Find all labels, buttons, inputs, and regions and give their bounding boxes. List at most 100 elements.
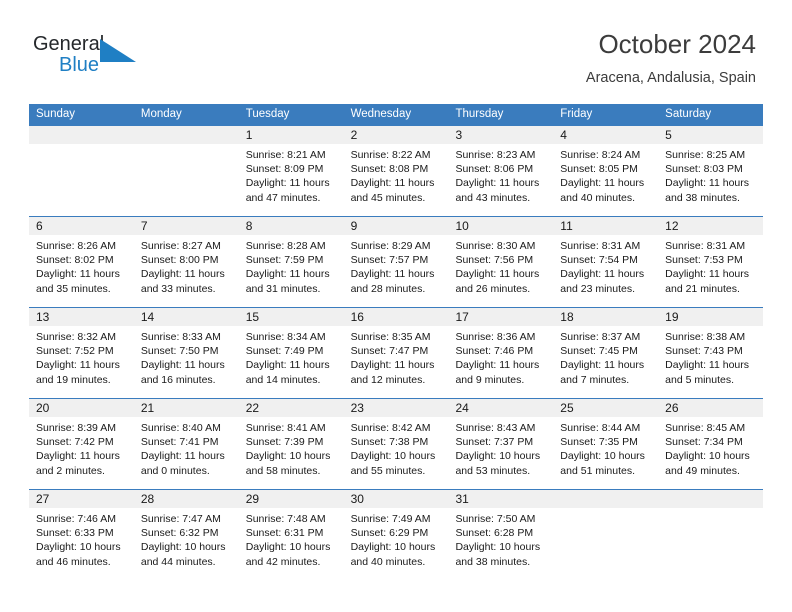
day-cell[interactable]: 1 Sunrise: 8:21 AM Sunset: 8:09 PM Dayli…	[238, 126, 344, 216]
day-details	[134, 144, 239, 148]
day-cell[interactable]: 29 Sunrise: 7:48 AM Sunset: 6:31 PM Dayl…	[238, 490, 344, 580]
day-number-band	[658, 490, 764, 508]
day-cell[interactable]: 22 Sunrise: 8:41 AM Sunset: 7:39 PM Dayl…	[238, 399, 344, 489]
daylight-text: Daylight: 10 hours and 44 minutes.	[140, 541, 226, 568]
day-details: Sunrise: 8:40 AM Sunset: 7:41 PM Dayligh…	[134, 417, 239, 478]
sunset-text: Sunset: 7:57 PM	[350, 254, 429, 267]
day-cell[interactable]: 19 Sunrise: 8:38 AM Sunset: 7:43 PM Dayl…	[658, 308, 764, 398]
sunset-text: Sunset: 8:08 PM	[350, 163, 429, 176]
day-cell[interactable]	[133, 126, 239, 216]
day-cell[interactable]: 12 Sunrise: 8:31 AM Sunset: 7:53 PM Dayl…	[658, 217, 764, 307]
day-number-band: 15	[238, 308, 344, 326]
day-cell[interactable]	[553, 490, 659, 580]
sunset-text: Sunset: 8:05 PM	[560, 163, 638, 176]
sunrise-text: Sunrise: 8:31 AM	[665, 240, 746, 252]
day-cell[interactable]: 5 Sunrise: 8:25 AM Sunset: 8:03 PM Dayli…	[658, 126, 764, 216]
sunrise-text: Sunrise: 8:30 AM	[455, 240, 536, 252]
sunrise-text: Sunrise: 8:25 AM	[665, 149, 746, 161]
title-block: October 2024 Aracena, Andalusia, Spain	[586, 28, 756, 88]
day-cell[interactable]: 24 Sunrise: 8:43 AM Sunset: 7:37 PM Dayl…	[448, 399, 554, 489]
day-number-band: 10	[448, 217, 554, 235]
day-number-band: 1	[238, 126, 344, 144]
sunset-text: Sunset: 7:59 PM	[245, 254, 324, 267]
day-number: 3	[455, 128, 463, 142]
day-details: Sunrise: 8:25 AM Sunset: 8:03 PM Dayligh…	[658, 144, 763, 205]
day-cell[interactable]: 21 Sunrise: 8:40 AM Sunset: 7:41 PM Dayl…	[133, 399, 239, 489]
day-number: 16	[350, 310, 364, 324]
day-cell[interactable]: 9 Sunrise: 8:29 AM Sunset: 7:57 PM Dayli…	[343, 217, 449, 307]
day-cell[interactable]: 14 Sunrise: 8:33 AM Sunset: 7:50 PM Dayl…	[133, 308, 239, 398]
day-number: 28	[140, 492, 155, 506]
day-cell[interactable]: 26 Sunrise: 8:45 AM Sunset: 7:34 PM Dayl…	[658, 399, 764, 489]
day-cell[interactable]: 13 Sunrise: 8:32 AM Sunset: 7:52 PM Dayl…	[29, 308, 134, 398]
calendar-grid: Sunday Monday Tuesday Wednesday Thursday…	[29, 104, 764, 580]
day-cell[interactable]	[658, 490, 764, 580]
calendar-week-row: 20 Sunrise: 8:39 AM Sunset: 7:42 PM Dayl…	[29, 398, 764, 489]
page-title: October 2024	[598, 29, 756, 59]
day-number: 13	[36, 310, 50, 324]
day-number: 24	[455, 401, 469, 415]
sunrise-text: Sunrise: 8:37 AM	[560, 331, 641, 343]
daylight-text: Daylight: 10 hours and 58 minutes.	[245, 450, 331, 477]
day-cell[interactable]: 3 Sunrise: 8:23 AM Sunset: 8:06 PM Dayli…	[448, 126, 554, 216]
day-cell[interactable]: 31 Sunrise: 7:50 AM Sunset: 6:28 PM Dayl…	[448, 490, 554, 580]
daylight-text: Daylight: 10 hours and 51 minutes.	[560, 450, 645, 477]
day-cell[interactable]: 11 Sunrise: 8:31 AM Sunset: 7:54 PM Dayl…	[553, 217, 659, 307]
day-number: 4	[560, 128, 567, 142]
sunset-text: Sunset: 7:39 PM	[245, 436, 324, 449]
daylight-text: Daylight: 10 hours and 46 minutes.	[36, 541, 121, 568]
day-number-band: 2	[343, 126, 449, 144]
day-cell[interactable]: 28 Sunrise: 7:47 AM Sunset: 6:32 PM Dayl…	[133, 490, 239, 580]
day-cell[interactable]: 20 Sunrise: 8:39 AM Sunset: 7:42 PM Dayl…	[29, 399, 134, 489]
day-cell[interactable]: 16 Sunrise: 8:35 AM Sunset: 7:47 PM Dayl…	[343, 308, 449, 398]
daylight-text: Daylight: 10 hours and 49 minutes.	[665, 450, 750, 477]
daylight-text: Daylight: 11 hours and 2 minutes.	[36, 450, 120, 477]
day-cell[interactable]: 8 Sunrise: 8:28 AM Sunset: 7:59 PM Dayli…	[238, 217, 344, 307]
weekday-header-sunday: Sunday	[36, 108, 76, 120]
sunrise-text: Sunrise: 8:29 AM	[350, 240, 431, 252]
day-cell[interactable]: 27 Sunrise: 7:46 AM Sunset: 6:33 PM Dayl…	[29, 490, 134, 580]
sunrise-text: Sunrise: 8:31 AM	[560, 240, 641, 252]
day-cell[interactable]: 23 Sunrise: 8:42 AM Sunset: 7:38 PM Dayl…	[343, 399, 449, 489]
day-cell[interactable]	[29, 126, 134, 216]
day-number-band: 18	[553, 308, 659, 326]
day-number: 8	[245, 219, 253, 233]
day-cell[interactable]: 15 Sunrise: 8:34 AM Sunset: 7:49 PM Dayl…	[238, 308, 344, 398]
day-number-band: 4	[553, 126, 659, 144]
day-details: Sunrise: 8:31 AM Sunset: 7:54 PM Dayligh…	[553, 235, 658, 296]
day-cell[interactable]: 4 Sunrise: 8:24 AM Sunset: 8:05 PM Dayli…	[553, 126, 659, 216]
day-details: Sunrise: 8:26 AM Sunset: 8:02 PM Dayligh…	[29, 235, 134, 296]
day-cell[interactable]: 7 Sunrise: 8:27 AM Sunset: 8:00 PM Dayli…	[133, 217, 239, 307]
sunset-text: Sunset: 7:37 PM	[455, 436, 534, 449]
daylight-text: Daylight: 11 hours and 0 minutes.	[140, 450, 225, 477]
day-cell[interactable]: 2 Sunrise: 8:22 AM Sunset: 8:08 PM Dayli…	[343, 126, 449, 216]
daylight-text: Daylight: 11 hours and 16 minutes.	[140, 359, 225, 386]
daylight-text: Daylight: 11 hours and 23 minutes.	[560, 268, 645, 295]
day-cell[interactable]: 25 Sunrise: 8:44 AM Sunset: 7:35 PM Dayl…	[553, 399, 659, 489]
sunrise-text: Sunrise: 7:50 AM	[455, 513, 536, 525]
day-cell[interactable]: 6 Sunrise: 8:26 AM Sunset: 8:02 PM Dayli…	[29, 217, 134, 307]
day-details: Sunrise: 8:28 AM Sunset: 7:59 PM Dayligh…	[239, 235, 344, 296]
sunrise-text: Sunrise: 8:24 AM	[560, 149, 641, 161]
daylight-text: Daylight: 11 hours and 43 minutes.	[455, 177, 540, 204]
day-cell[interactable]: 17 Sunrise: 8:36 AM Sunset: 7:46 PM Dayl…	[448, 308, 554, 398]
day-number: 2	[350, 128, 358, 142]
day-number: 19	[665, 310, 679, 324]
day-number-band: 12	[658, 217, 764, 235]
sunrise-text: Sunrise: 7:47 AM	[140, 513, 221, 525]
daylight-text: Daylight: 11 hours and 26 minutes.	[455, 268, 540, 295]
sunset-text: Sunset: 6:28 PM	[455, 527, 534, 540]
day-number-band: 5	[658, 126, 764, 144]
day-details: Sunrise: 8:43 AM Sunset: 7:37 PM Dayligh…	[448, 417, 553, 478]
day-number-band: 25	[553, 399, 659, 417]
day-number: 17	[455, 310, 469, 324]
weekday-header-wednesday: Wednesday	[350, 108, 412, 120]
general-blue-logo[interactable]: General Blue	[33, 32, 163, 82]
day-cell[interactable]: 18 Sunrise: 8:37 AM Sunset: 7:45 PM Dayl…	[553, 308, 659, 398]
day-cell[interactable]: 10 Sunrise: 8:30 AM Sunset: 7:56 PM Dayl…	[448, 217, 554, 307]
location-subtitle: Aracena, Andalusia, Spain	[585, 70, 756, 86]
day-details: Sunrise: 8:38 AM Sunset: 7:43 PM Dayligh…	[658, 326, 763, 387]
daylight-text: Daylight: 11 hours and 38 minutes.	[665, 177, 750, 204]
day-cell[interactable]: 30 Sunrise: 7:49 AM Sunset: 6:29 PM Dayl…	[343, 490, 449, 580]
sunset-text: Sunset: 7:56 PM	[455, 254, 534, 267]
